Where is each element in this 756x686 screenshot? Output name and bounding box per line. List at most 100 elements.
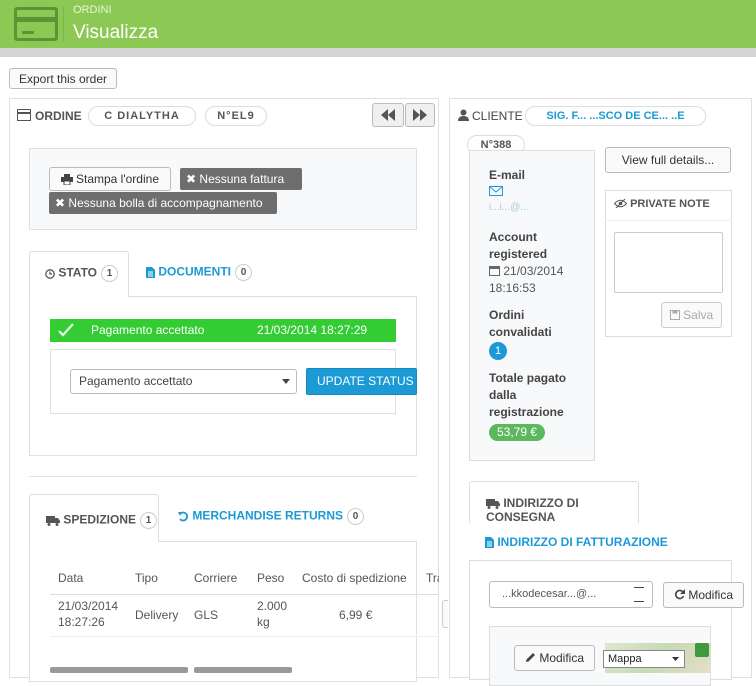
private-note-rule bbox=[605, 220, 732, 221]
col-header-tipo: Tipo bbox=[135, 571, 158, 585]
order-card-icon bbox=[17, 109, 31, 121]
update-status-button[interactable]: UPDATE STATUS bbox=[306, 368, 417, 395]
table-footer-button[interactable] bbox=[50, 667, 188, 673]
tab-documenti-label: DOCUMENTI bbox=[158, 264, 232, 279]
status-select[interactable]: Pagamento accettato bbox=[70, 369, 297, 394]
private-note-textarea[interactable] bbox=[614, 232, 723, 293]
tab-spedizione-count: 1 bbox=[140, 512, 158, 529]
total-paid-label: Totale pagato dalla registrazione bbox=[489, 371, 567, 419]
table-row-rule bbox=[50, 636, 439, 637]
tab-billing-label: INDIRIZZO DI FATTURAZIONE bbox=[497, 535, 668, 549]
file-icon bbox=[146, 267, 155, 278]
calendar-icon bbox=[489, 265, 500, 276]
address-select-value: ...kkodecesar...@... bbox=[502, 588, 597, 600]
tab-spedizione-label: SPEDIZIONE bbox=[63, 512, 137, 527]
order-panel-title: ORDINE bbox=[35, 109, 82, 123]
refresh-icon bbox=[674, 589, 685, 600]
tab-returns-count: 0 bbox=[347, 508, 365, 525]
no-invoice-label: Nessuna fattura bbox=[199, 172, 285, 186]
caret-down-icon bbox=[282, 379, 290, 384]
section-divider bbox=[29, 476, 417, 477]
customer-name-pill[interactable]: SIG. F... ...SCO DE CE... ..E bbox=[525, 106, 706, 126]
order-number-pill: N°EL9 bbox=[205, 106, 267, 126]
check-icon bbox=[58, 323, 74, 337]
address-select[interactable]: ...kkodecesar...@... bbox=[489, 581, 653, 608]
export-order-button[interactable]: Export this order bbox=[9, 68, 117, 89]
modify-address-button[interactable]: Modifica bbox=[663, 582, 744, 608]
breadcrumb[interactable]: ORDINI bbox=[73, 4, 112, 16]
tab-merchandise-returns[interactable]: MERCHANDISE RETURNS 0 bbox=[178, 508, 365, 525]
status-date: 21/03/2014 18:27:29 bbox=[257, 323, 368, 337]
view-full-details-button[interactable]: View full details... bbox=[605, 147, 731, 173]
private-note-header: PRIVATE NOTE bbox=[614, 198, 710, 210]
header-divider bbox=[63, 6, 64, 42]
table-footer-button-2[interactable] bbox=[194, 667, 292, 673]
valid-orders-label: Ordini convalidati bbox=[489, 308, 552, 339]
email-label: E-mail bbox=[489, 168, 526, 182]
cell-carrier: GLS bbox=[194, 608, 219, 622]
tab-stato-count: 1 bbox=[101, 265, 119, 282]
save-note-button[interactable]: Salva bbox=[661, 302, 722, 328]
print-label: Stampa l'ordine bbox=[75, 172, 159, 186]
cell-time: 18:27:26 bbox=[58, 615, 105, 629]
col-header-data: Data bbox=[58, 571, 84, 585]
file-icon bbox=[485, 537, 494, 549]
no-delivery-slip-button[interactable]: ✖ Nessuna bolla di accompagnamento bbox=[49, 192, 277, 214]
cell-type: Delivery bbox=[135, 608, 179, 622]
clock-icon bbox=[45, 268, 55, 279]
tab-billing-address[interactable]: INDIRIZZO DI FATTURAZIONE bbox=[485, 535, 668, 549]
user-icon bbox=[458, 109, 469, 121]
valid-orders-count: 1 bbox=[489, 342, 507, 360]
tab-delivery-label: INDIRIZZO DI CONSEGNA bbox=[486, 496, 579, 524]
forward-icon bbox=[413, 109, 427, 121]
modify-address-label: Modifica bbox=[688, 588, 734, 602]
modify-address-detail-button[interactable]: Modifica bbox=[514, 645, 595, 671]
tab-spedizione[interactable]: SPEDIZIONE 1 bbox=[29, 494, 159, 542]
no-invoice-button[interactable]: ✖ Nessuna fattura bbox=[180, 168, 302, 190]
table-header-rule bbox=[50, 594, 439, 595]
prev-order-button[interactable] bbox=[372, 103, 404, 127]
print-order-button[interactable]: Stampa l'ordine bbox=[49, 167, 171, 191]
undo-icon bbox=[178, 511, 189, 522]
tab-stato[interactable]: STATO 1 bbox=[29, 251, 129, 298]
credit-card-icon bbox=[14, 7, 58, 41]
status-label: Pagamento accettato bbox=[91, 323, 205, 337]
map-type-select[interactable]: Mappa bbox=[603, 650, 685, 668]
pencil-icon bbox=[525, 652, 536, 663]
account-registered-label: Account registered bbox=[489, 230, 548, 261]
col-header-peso: Peso bbox=[257, 571, 285, 585]
next-order-button[interactable] bbox=[405, 103, 435, 127]
cell-cost: 6,99 € bbox=[339, 608, 373, 622]
email-link[interactable]: i...i...@... bbox=[489, 202, 605, 214]
order-ref-pill: C DIALYTHA bbox=[88, 106, 196, 126]
tab-documenti[interactable]: DOCUMENTI 0 bbox=[146, 264, 253, 281]
customer-panel-title: CLIENTE bbox=[472, 109, 523, 123]
col-header-tracking: Trac bbox=[426, 571, 439, 585]
header-strip bbox=[0, 48, 756, 57]
truck-icon bbox=[486, 498, 500, 509]
status-select-value: Pagamento accettato bbox=[79, 374, 193, 388]
status-history-row: Pagamento accettato 21/03/2014 18:27:29 bbox=[50, 319, 396, 342]
account-time: 18:16:53 bbox=[489, 281, 536, 295]
caret-down-icon bbox=[672, 657, 679, 661]
close-icon: ✖ bbox=[186, 172, 197, 186]
cell-weight-unit: kg bbox=[257, 615, 270, 629]
map-marker-icon bbox=[695, 643, 709, 657]
account-date-row: 21/03/2014 bbox=[489, 263, 563, 280]
save-note-label: Salva bbox=[683, 308, 714, 322]
envelope-icon[interactable] bbox=[489, 186, 503, 196]
eye-slash-icon bbox=[614, 199, 627, 208]
cell-weight: 2.000 bbox=[257, 599, 288, 613]
tab-delivery-address[interactable]: INDIRIZZO DI CONSEGNA bbox=[469, 481, 639, 524]
col-header-costo: Costo di spedizione bbox=[302, 571, 407, 585]
truck-icon bbox=[46, 515, 60, 526]
select-handle-icon bbox=[634, 587, 644, 602]
tracking-edit-button[interactable] bbox=[442, 600, 448, 628]
close-icon: ✖ bbox=[55, 196, 66, 210]
no-delivery-label: Nessuna bolla di accompagnamento bbox=[68, 196, 263, 210]
private-note-title: PRIVATE NOTE bbox=[630, 198, 710, 210]
total-paid-value: 53,79 € bbox=[489, 424, 545, 441]
tab-documenti-count: 0 bbox=[235, 264, 253, 281]
page-title: Visualizza bbox=[73, 22, 159, 43]
modify-address-detail-label: Modifica bbox=[539, 651, 585, 665]
